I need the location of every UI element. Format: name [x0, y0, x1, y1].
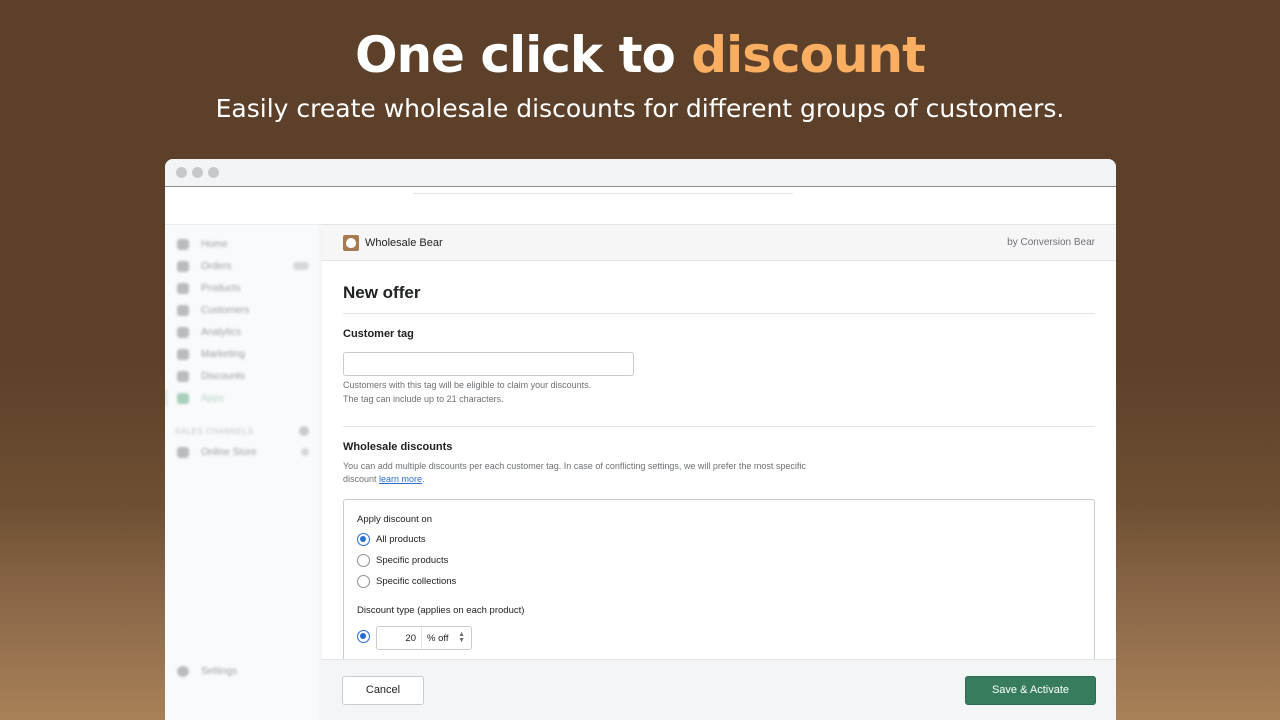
cancel-button[interactable]: Cancel	[342, 675, 424, 705]
headline-accent: discount	[691, 26, 926, 84]
sidebar-item-label: Products	[201, 282, 241, 294]
hero-subheadline: Easily create wholesale discounts for di…	[215, 94, 1065, 123]
hero-headline: One click to discount	[0, 26, 1280, 84]
customer-tag-input[interactable]	[343, 352, 634, 376]
radio-unchecked-icon[interactable]	[357, 575, 370, 588]
customer-tag-help: Customers with this tag will be eligible…	[343, 379, 1095, 406]
radio-specific-collections[interactable]: Specific collections	[357, 575, 1081, 588]
megaphone-icon	[177, 348, 189, 360]
sidebar-item-label: Customers	[201, 304, 250, 316]
radio-label: Specific products	[376, 555, 449, 566]
radio-specific-products[interactable]: Specific products	[357, 554, 1081, 567]
sidebar-item-label: Apps	[201, 392, 224, 404]
radio-checked-icon[interactable]	[357, 629, 370, 643]
learn-more-link[interactable]: learn more	[379, 474, 422, 484]
sidebar-item-label: Settings	[201, 665, 238, 677]
discount-icon	[177, 370, 189, 382]
customer-tag-label: Customer tag	[343, 328, 414, 340]
radio-all-products[interactable]: All products	[357, 533, 1081, 546]
page-title: New offer	[343, 283, 1095, 314]
form-footer: Cancel Save & Activate	[322, 659, 1116, 720]
discount-unit-select[interactable]: % off ▲ ▼	[421, 627, 471, 649]
sidebar-item-discounts[interactable]: Discounts	[165, 365, 321, 387]
sidebar-item-products[interactable]: Products	[165, 277, 321, 299]
app-developer: by Conversion Bear	[1007, 237, 1095, 248]
sidebar-item-orders[interactable]: Orders	[165, 255, 321, 277]
discount-type-label: Discount type (applies on each product)	[357, 605, 525, 616]
discount-type-row: % off ▲▼	[357, 626, 1081, 650]
sidebar-item-home[interactable]: Home	[165, 233, 321, 255]
sidebar-item-label: Online Store	[201, 446, 257, 458]
app-main: Wholesale Bear by Conversion Bear New of…	[322, 225, 1116, 720]
sidebar-item-apps[interactable]: Apps	[165, 387, 321, 409]
sidebar-item-label: Discounts	[201, 370, 245, 382]
admin-topbar	[165, 187, 1116, 225]
apply-on-label: Apply discount on	[357, 514, 432, 525]
tag-icon	[177, 282, 189, 294]
sidebar-item-customers[interactable]: Customers	[165, 299, 321, 321]
minimize-window-dot[interactable]	[192, 167, 203, 178]
wholesale-discounts-label: Wholesale discounts	[343, 441, 453, 453]
sales-channels-header: SALES CHANNELS	[165, 421, 321, 441]
add-sales-channel-button[interactable]	[299, 426, 309, 436]
sidebar-item-online-store[interactable]: Online Store	[165, 441, 321, 463]
offer-form: New offer Customer tag Customers with th…	[322, 283, 1116, 669]
radio-label: Specific collections	[376, 576, 457, 587]
store-icon	[177, 446, 189, 458]
bear-logo-icon	[343, 234, 359, 251]
bar-chart-icon	[177, 326, 189, 338]
apps-icon	[177, 392, 189, 404]
home-icon	[177, 238, 189, 250]
orders-icon	[177, 260, 189, 272]
description-period: .	[422, 474, 425, 484]
sidebar-item-label: Analytics	[201, 326, 242, 338]
gear-icon	[177, 665, 189, 677]
person-icon	[177, 304, 189, 316]
sidebar-item-settings[interactable]: Settings	[165, 660, 321, 682]
sidebar-item-marketing[interactable]: Marketing	[165, 343, 321, 365]
app-header: Wholesale Bear by Conversion Bear	[322, 225, 1116, 261]
help-text-line: Customers with this tag will be eligible…	[343, 380, 592, 390]
wholesale-description: You can add multiple discounts per each …	[343, 460, 823, 486]
headline-main: One click to	[354, 26, 676, 84]
help-text-line: The tag can include up to 21 characters.	[343, 393, 504, 404]
browser-window: Home Orders Products Customers Analytics	[165, 159, 1116, 720]
sidebar-item-label: Home	[201, 238, 228, 250]
section-divider	[343, 426, 1095, 427]
close-window-dot[interactable]	[176, 167, 187, 178]
discount-unit-value: % off	[427, 632, 449, 644]
sales-channels-label: SALES CHANNELS	[175, 426, 254, 436]
sidebar-item-label: Marketing	[201, 348, 245, 360]
admin-sidebar: Home Orders Products Customers Analytics	[165, 225, 322, 720]
radio-unchecked-icon[interactable]	[357, 554, 370, 567]
sidebar-item-label: Orders	[201, 260, 232, 272]
discount-card: Apply discount on All products Specific …	[343, 499, 1095, 669]
window-titlebar	[165, 159, 1116, 187]
select-arrows-icon: ▲ ▼	[458, 631, 465, 644]
maximize-window-dot[interactable]	[208, 167, 219, 178]
save-activate-button[interactable]: Save & Activate	[965, 675, 1096, 705]
search-bar[interactable]	[413, 193, 793, 194]
app-name: Wholesale Bear	[365, 236, 443, 249]
sidebar-item-analytics[interactable]: Analytics	[165, 321, 321, 343]
orders-count-badge	[293, 262, 309, 270]
radio-checked-icon[interactable]	[357, 533, 370, 546]
discount-amount-group: % off ▲▼	[376, 626, 472, 650]
view-store-icon[interactable]	[301, 448, 309, 456]
discount-amount-input[interactable]	[377, 627, 421, 649]
radio-label: All products	[376, 534, 426, 545]
